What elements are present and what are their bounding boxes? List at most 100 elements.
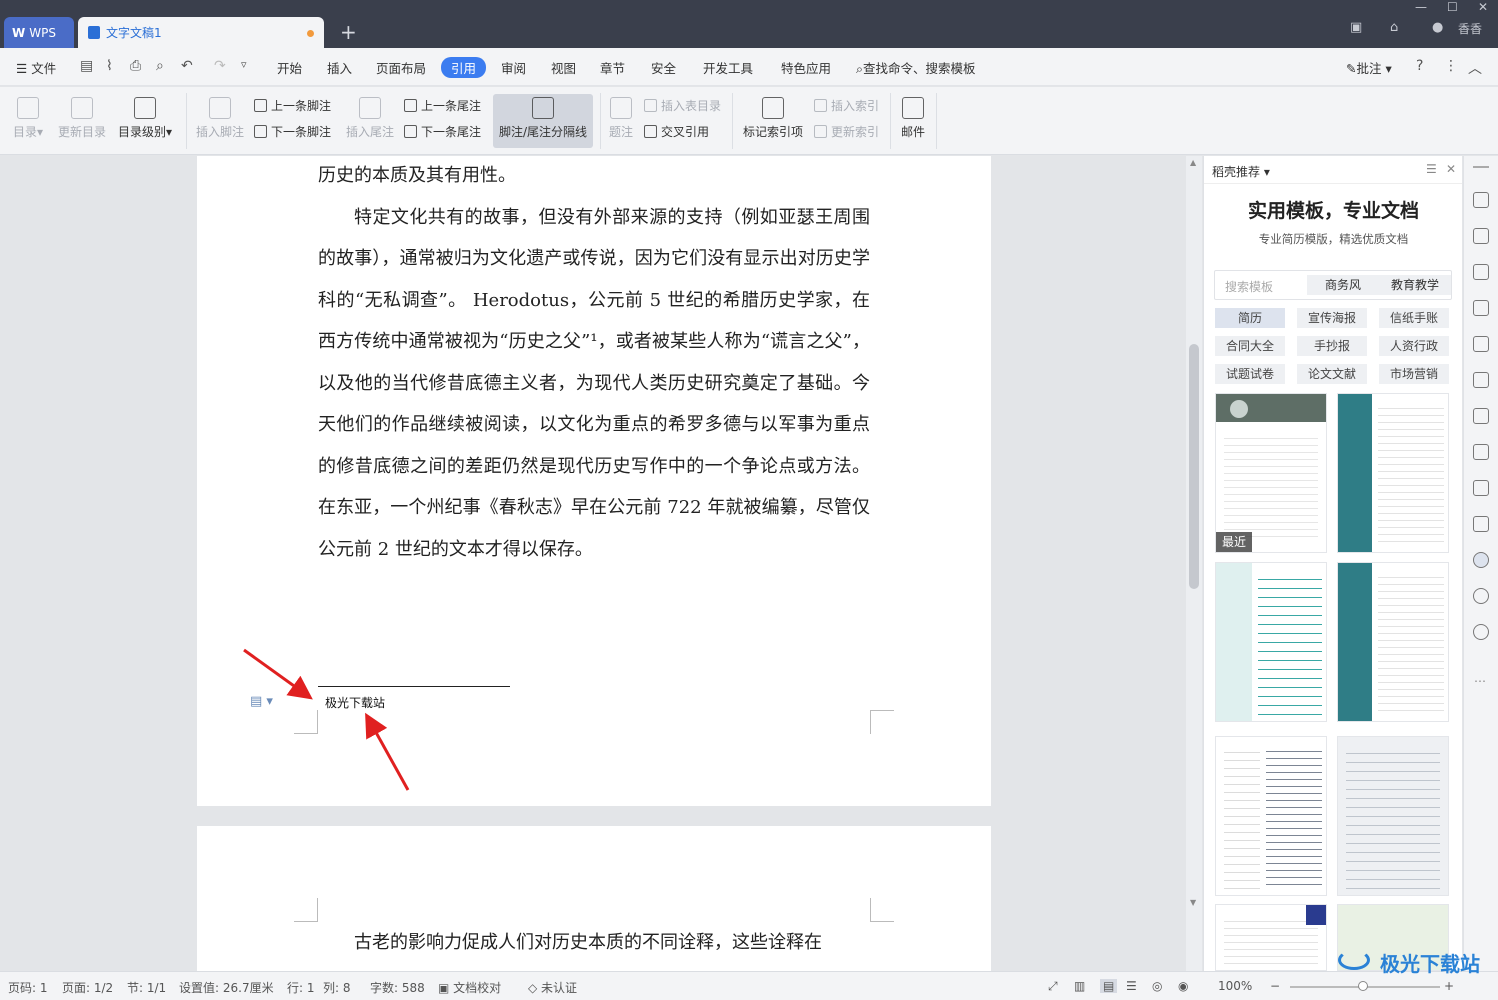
zoom-out-icon[interactable]: −: [1270, 979, 1280, 993]
zoom-slider-thumb[interactable]: [1358, 981, 1368, 991]
update-toc-button[interactable]: 更新目录: [56, 97, 108, 140]
insert-index-button[interactable]: 插入索引: [814, 97, 879, 114]
search-tag-business[interactable]: 商务风: [1307, 275, 1379, 295]
print-icon[interactable]: ⎙: [130, 58, 141, 74]
category-contract[interactable]: 合同大全: [1215, 336, 1285, 356]
template-search-input[interactable]: 搜索模板: [1225, 278, 1273, 295]
settings-icon[interactable]: [1473, 372, 1489, 388]
status-setting[interactable]: 设置值: 26.7厘米: [179, 979, 274, 996]
category-handwritten[interactable]: 手抄报: [1297, 336, 1367, 356]
status-section[interactable]: 节: 1/1: [127, 979, 166, 996]
proofread-button[interactable]: ▣ 文档校对: [438, 979, 501, 996]
mail-button[interactable]: 邮件: [896, 97, 930, 140]
scrollbar-thumb[interactable]: [1189, 344, 1199, 589]
template-thumbnail[interactable]: [1337, 736, 1449, 896]
image-icon[interactable]: [1473, 516, 1489, 532]
tab-chapter[interactable]: 章节: [600, 58, 625, 77]
tab-home[interactable]: 开始: [277, 58, 302, 77]
category-resume[interactable]: 简历: [1215, 308, 1285, 328]
redo-icon[interactable]: ↷: [214, 58, 226, 74]
eye-protect-icon[interactable]: ◉: [1178, 979, 1188, 993]
tab-insert[interactable]: 插入: [327, 58, 352, 77]
scroll-up-icon[interactable]: ▲: [1190, 158, 1196, 167]
command-search[interactable]: ⌕查找命令、搜索模板: [856, 58, 976, 77]
comment-menu[interactable]: ✎批注 ▾: [1346, 58, 1392, 77]
mark-index-button[interactable]: 标记索引项: [740, 97, 806, 140]
template-thumbnail[interactable]: [1215, 904, 1327, 971]
toc-level-button[interactable]: 目录级别▾: [114, 97, 176, 140]
skin-icon[interactable]: ⌂: [1390, 20, 1398, 35]
category-stationery[interactable]: 信纸手账: [1379, 308, 1449, 328]
box-icon[interactable]: [1473, 480, 1489, 496]
user-name[interactable]: 香香: [1458, 20, 1482, 37]
undo-icon[interactable]: ↶: [181, 58, 193, 74]
page1-body[interactable]: 历史的本质及其有用性。 特定文化共有的故事，但没有外部来源的支持（例如亚瑟王周围…: [318, 155, 870, 570]
tab-developer[interactable]: 开发工具: [703, 58, 753, 77]
vertical-scrollbar[interactable]: ▲ ▼: [1186, 156, 1202, 971]
history-icon[interactable]: [1473, 588, 1489, 604]
save-icon[interactable]: ▤: [80, 58, 93, 74]
tab-page-layout[interactable]: 页面布局: [376, 58, 426, 77]
minimize-icon[interactable]: —: [1415, 0, 1427, 14]
maximize-icon[interactable]: ☐: [1447, 0, 1458, 14]
more-tools-icon[interactable]: ⋯: [1474, 674, 1486, 688]
footnote-text[interactable]: 极光下载站: [325, 694, 385, 711]
toc-button[interactable]: 目录▾: [8, 97, 48, 140]
caption-button[interactable]: 题注: [606, 97, 636, 140]
file-menu[interactable]: ☰ 文件: [16, 58, 56, 77]
category-marketing[interactable]: 市场营销: [1379, 364, 1449, 384]
update-index-button[interactable]: 更新索引: [814, 123, 879, 140]
template-icon[interactable]: [1473, 552, 1489, 568]
customize-qat-icon[interactable]: ▿: [241, 58, 247, 71]
category-poster[interactable]: 宣传海报: [1297, 308, 1367, 328]
status-column[interactable]: 列: 8: [323, 979, 351, 996]
picture-icon[interactable]: [1473, 408, 1489, 424]
translate-icon[interactable]: [1473, 444, 1489, 460]
pointer-icon[interactable]: [1473, 228, 1489, 244]
shapes-icon[interactable]: [1473, 264, 1489, 280]
tab-references[interactable]: 引用: [441, 57, 487, 78]
certification-status[interactable]: ◇ 未认证: [528, 979, 577, 996]
category-hr[interactable]: 人资行政: [1379, 336, 1449, 356]
next-endnote-button[interactable]: 下一条尾注: [404, 123, 481, 140]
status-row[interactable]: 行: 1: [287, 979, 315, 996]
pane-menu-icon[interactable]: ☰: [1426, 162, 1437, 176]
paragraph-3[interactable]: 古老的影响力促成人们对历史本质的不同诠释，这些诠释在: [318, 922, 870, 964]
template-thumbnail[interactable]: [1215, 736, 1327, 896]
pane-close-icon[interactable]: ✕: [1446, 162, 1456, 176]
insert-footnote-button[interactable]: 插入脚注: [194, 97, 246, 140]
tab-view[interactable]: 视图: [551, 58, 576, 77]
template-thumbnail[interactable]: [1337, 562, 1449, 722]
fullscreen-icon[interactable]: ⤢: [1048, 979, 1058, 994]
close-window-icon[interactable]: ✕: [1478, 0, 1488, 14]
category-exam[interactable]: 试题试卷: [1215, 364, 1285, 384]
prev-endnote-button[interactable]: 上一条尾注: [404, 97, 481, 114]
new-tab-button[interactable]: +: [340, 20, 357, 44]
next-footnote-button[interactable]: 下一条脚注: [254, 123, 331, 140]
template-thumbnail[interactable]: 最近: [1215, 393, 1327, 553]
backup-icon[interactable]: [1473, 624, 1489, 640]
page-view-icon[interactable]: ▤: [1100, 979, 1118, 993]
zoom-level[interactable]: 100%: [1218, 979, 1252, 993]
document-tab[interactable]: 文字文稿1: [78, 17, 324, 48]
help-icon[interactable]: ?: [1416, 58, 1423, 74]
cross-ref-button[interactable]: 交叉引用: [644, 123, 709, 140]
category-paper[interactable]: 论文文献: [1297, 364, 1367, 384]
user-avatar-icon[interactable]: ●: [1432, 20, 1443, 35]
window-layout-icon[interactable]: ▣: [1350, 20, 1362, 35]
prev-footnote-button[interactable]: 上一条脚注: [254, 97, 331, 114]
paragraph-handle-icon[interactable]: ▤ ▾: [250, 694, 273, 709]
style-icon[interactable]: [1473, 300, 1489, 316]
tab-review[interactable]: 审阅: [501, 58, 526, 77]
web-view-icon[interactable]: ◎: [1152, 979, 1162, 993]
wps-home-tab[interactable]: W WPS: [4, 17, 74, 48]
search-tag-education[interactable]: 教育教学: [1379, 275, 1451, 295]
table-icon[interactable]: [1473, 336, 1489, 352]
format-painter-icon[interactable]: ⌇: [106, 58, 113, 74]
template-search-box[interactable]: 搜索模板 商务风 教育教学: [1214, 270, 1452, 300]
footnote-separator-button[interactable]: 脚注/尾注分隔线: [495, 97, 591, 140]
status-word-count[interactable]: 字数: 588: [370, 979, 425, 996]
pane-title[interactable]: 稻壳推荐: [1212, 165, 1260, 179]
insert-table-toc-button[interactable]: 插入表目录: [644, 97, 721, 114]
insert-endnote-button[interactable]: 插入尾注: [344, 97, 396, 140]
